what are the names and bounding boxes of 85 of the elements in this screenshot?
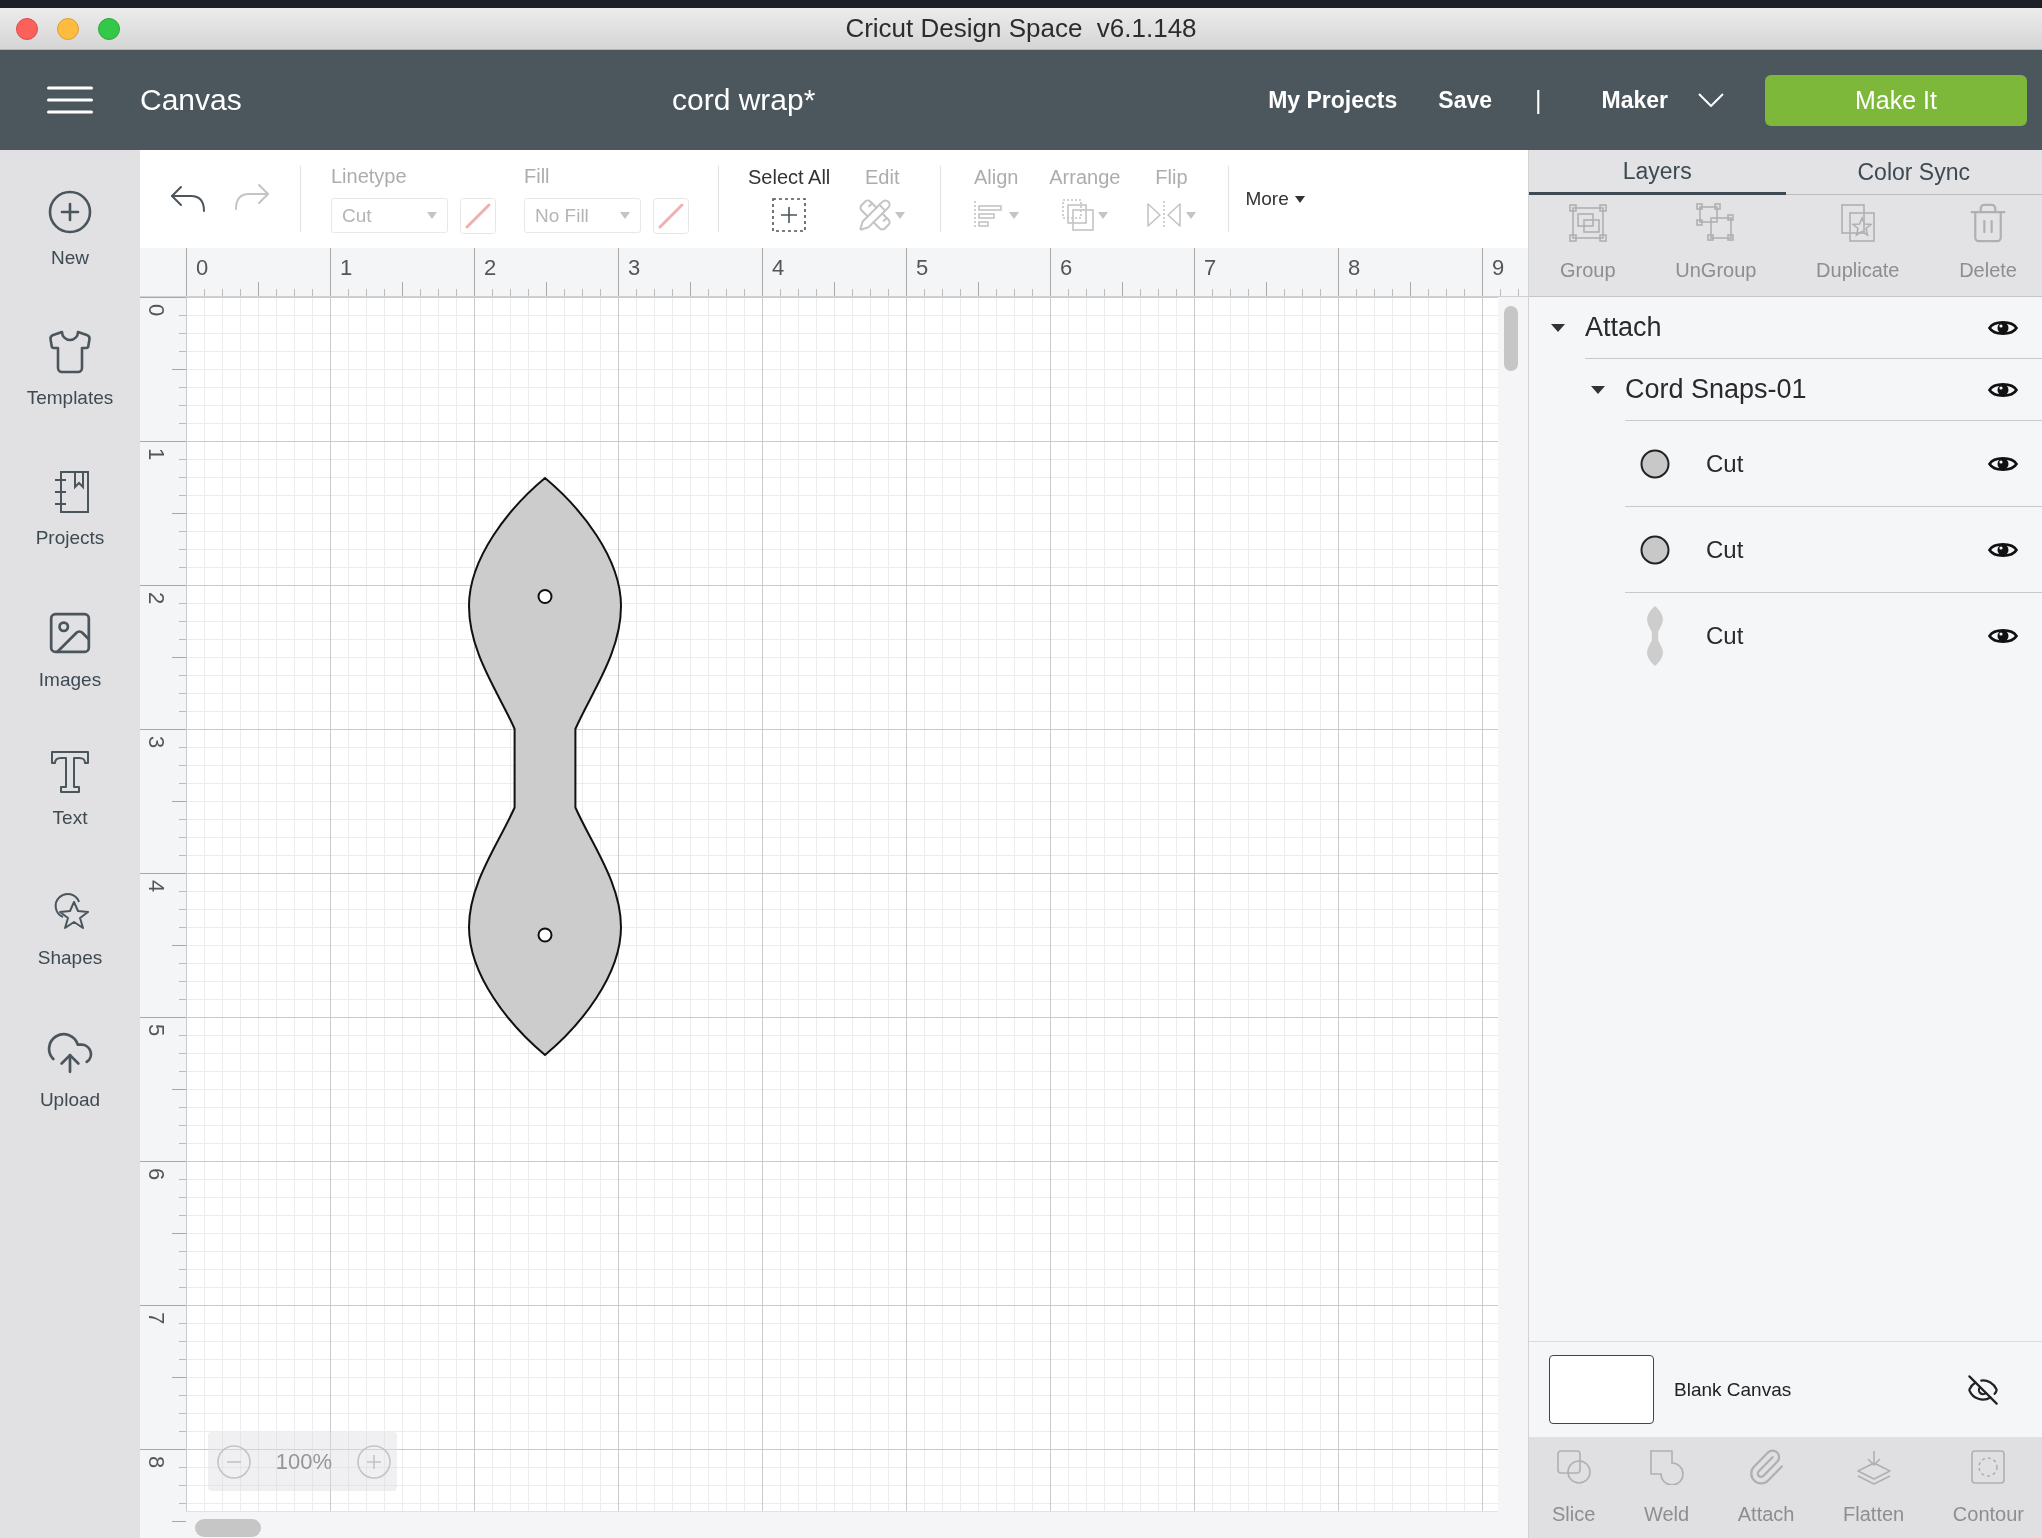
- image-icon: [47, 610, 93, 656]
- menu-icon[interactable]: [47, 86, 93, 114]
- close-button[interactable]: [16, 17, 38, 40]
- undo-icon[interactable]: [170, 184, 206, 214]
- canvas-swatch[interactable]: [1549, 1355, 1654, 1424]
- caret-icon: [1186, 211, 1197, 219]
- window-title: Cricut Design Space v6.1.148: [845, 13, 1197, 44]
- shapes-button[interactable]: Shapes: [0, 850, 140, 990]
- chevron-down-icon: [1698, 93, 1724, 107]
- layer-name[interactable]: Cut: [1706, 622, 1744, 650]
- layer-name: Blank Canvas: [1674, 1378, 1792, 1401]
- caret-icon: [895, 211, 906, 219]
- slice-icon: [1555, 1449, 1592, 1485]
- machine-select[interactable]: Maker: [1601, 86, 1724, 114]
- cord-shape-thumbnail-icon: [1647, 606, 1663, 666]
- no-color-swatch-icon[interactable]: [460, 197, 496, 234]
- ruler-number: 8: [1348, 257, 1361, 279]
- circle-thumbnail-icon: [1640, 448, 1670, 479]
- ruler-number: 5: [145, 1023, 168, 1037]
- new-button[interactable]: New: [0, 150, 140, 290]
- select-all-button[interactable]: Select All: [748, 166, 831, 232]
- zoom-level: 100%: [275, 1448, 333, 1475]
- pencil-ruler-icon: [859, 199, 892, 231]
- caret-icon: [1097, 211, 1108, 219]
- project-name: cord wrap*: [672, 83, 816, 117]
- paperclip-icon: [1748, 1449, 1785, 1485]
- linetype-label: Linetype: [331, 164, 408, 188]
- dashed-square-plus-icon: [772, 198, 807, 232]
- cord-wrap-shape[interactable]: [467, 476, 623, 1057]
- caret-icon: [620, 212, 630, 219]
- images-button[interactable]: Images: [0, 570, 140, 710]
- eye-icon[interactable]: [1988, 626, 2018, 646]
- flatten-icon: [1855, 1449, 1892, 1485]
- ruler-number: 0: [145, 303, 168, 317]
- layer-name[interactable]: Cut: [1706, 535, 1744, 564]
- ruler-number: 1: [340, 257, 353, 279]
- no-color-swatch-icon[interactable]: [653, 197, 689, 234]
- ruler-number: 6: [1060, 257, 1073, 279]
- caret-icon[interactable]: [1591, 386, 1605, 394]
- page-title: Canvas: [140, 83, 242, 117]
- ruler-number: 2: [484, 257, 497, 279]
- layer-name[interactable]: Attach: [1585, 312, 1662, 343]
- more-button[interactable]: More: [1245, 188, 1305, 210]
- ruler-number: 3: [628, 257, 641, 279]
- projects-button[interactable]: Projects: [0, 430, 140, 570]
- upload-button[interactable]: Upload: [0, 990, 140, 1130]
- header-separator: |: [1535, 85, 1542, 115]
- flip-icon: [1146, 200, 1183, 230]
- cloud-upload-icon: [47, 1030, 93, 1076]
- duplicate-icon: [1839, 203, 1876, 243]
- weld-icon: [1648, 1449, 1685, 1485]
- text-button[interactable]: Text: [0, 710, 140, 850]
- stacked-squares-icon: [1061, 199, 1094, 231]
- eye-slash-icon[interactable]: [1968, 1374, 1998, 1405]
- templates-button[interactable]: Templates: [0, 290, 140, 430]
- ruler-number: 1: [145, 447, 168, 461]
- caret-icon: [1009, 211, 1020, 219]
- plus-circle-icon: [48, 190, 92, 234]
- ruler-number: 8: [145, 1455, 168, 1469]
- group-icon: [1567, 203, 1608, 243]
- caret-icon[interactable]: [1551, 324, 1565, 332]
- ruler-number: 4: [772, 257, 785, 279]
- letter-t-icon: [50, 750, 90, 794]
- ruler-number: 7: [145, 1311, 168, 1325]
- header-link[interactable]: Save: [1438, 86, 1492, 114]
- ungroup-icon: [1695, 203, 1736, 243]
- ruler-number: 6: [145, 1167, 168, 1181]
- fill-label: Fill: [524, 164, 551, 188]
- circle-thumbnail-icon: [1640, 534, 1670, 565]
- ruler-number: 3: [145, 735, 168, 749]
- ruler-number: 4: [145, 879, 168, 893]
- caret-icon: [427, 212, 437, 219]
- ruler-number: 7: [1204, 257, 1217, 279]
- scrollbar-thumb[interactable]: [1504, 306, 1518, 371]
- layer-name[interactable]: Cord Snaps-01: [1625, 374, 1807, 405]
- contour-icon: [1970, 1449, 2007, 1485]
- scrollbar-thumb[interactable]: [195, 1519, 261, 1537]
- t-shirt-icon: [48, 330, 92, 374]
- caret-icon: [1294, 195, 1305, 203]
- layer-name[interactable]: Cut: [1706, 449, 1744, 478]
- ruler-number: 0: [196, 257, 209, 279]
- ruler-number: 2: [145, 591, 168, 605]
- ruler-number: 5: [916, 257, 929, 279]
- ruler-number: 9: [1492, 257, 1505, 279]
- header-link[interactable]: My Projects: [1268, 86, 1398, 114]
